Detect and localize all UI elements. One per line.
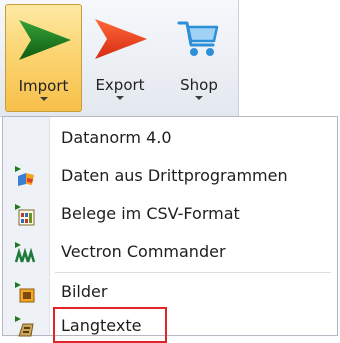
menu-item-label: Bilder (61, 281, 108, 301)
menu-item-datanorm[interactable]: Datanorm 4.0 (3, 119, 337, 155)
shopping-cart-icon (177, 12, 221, 66)
highlight-box (53, 307, 167, 343)
chevron-down-icon (39, 97, 48, 101)
chevron-down-icon (195, 96, 203, 100)
menu-item-label: Vectron Commander (61, 241, 226, 261)
menu-item-label: Belege im CSV-Format (61, 203, 240, 223)
import-button[interactable]: Import (5, 4, 82, 112)
import-dropdown-menu: Datanorm 4.0 Daten aus Drittprogrammen B… (2, 116, 338, 343)
images-icon (13, 280, 37, 304)
export-label: Export (95, 76, 145, 94)
menu-item-bilder[interactable]: Bilder (3, 273, 337, 309)
import-label: Import (18, 77, 69, 95)
csv-document-icon (13, 202, 37, 226)
long-texts-icon (13, 314, 37, 338)
shop-button[interactable]: Shop (164, 4, 234, 112)
export-button[interactable]: Export (85, 4, 155, 112)
third-party-data-icon (13, 164, 37, 188)
menu-item-label: Datanorm 4.0 (61, 127, 172, 147)
shop-label: Shop (180, 76, 218, 94)
ribbon-toolbar: Import Export Shop (0, 0, 239, 117)
chevron-down-icon (116, 96, 124, 100)
green-arrow-icon (15, 13, 73, 67)
menu-item-vectron-commander[interactable]: Vectron Commander (3, 233, 337, 269)
menu-item-label: Daten aus Drittprogrammen (61, 165, 288, 185)
menu-item-daten-aus-drittprogrammen[interactable]: Daten aus Drittprogrammen (3, 157, 337, 193)
vectron-icon (13, 240, 37, 264)
menu-item-belege-csv[interactable]: Belege im CSV-Format (3, 195, 337, 231)
red-arrow-icon (91, 12, 149, 66)
